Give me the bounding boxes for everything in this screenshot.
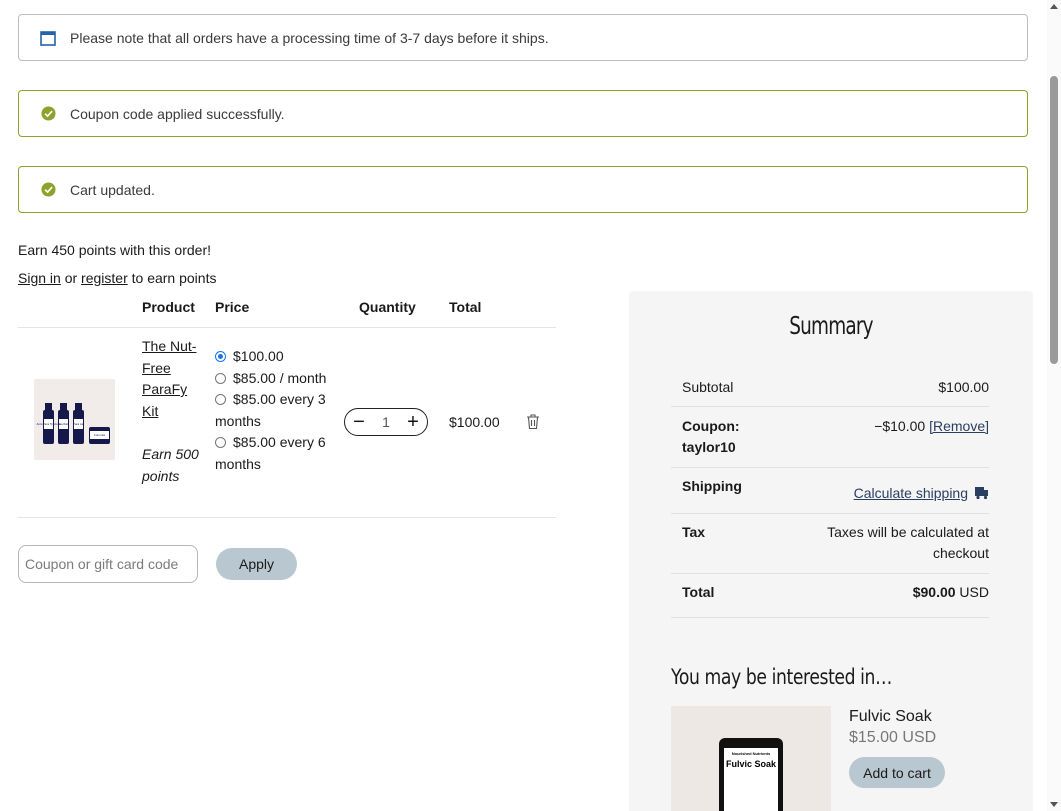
summary-row-coupon: Coupon: taylor10 −$10.00 [Remove] bbox=[671, 407, 989, 468]
table-divider bbox=[18, 517, 556, 518]
scroll-up-arrow-icon[interactable] bbox=[1050, 4, 1058, 9]
register-link[interactable]: register bbox=[81, 270, 128, 286]
bottle-label: Herbal bbox=[59, 422, 68, 426]
notice-text: Cart updated. bbox=[70, 181, 155, 198]
pouch-title: Fulvic Soak bbox=[725, 759, 777, 769]
product-name-link[interactable]: The Nut-Free ParaFy Kit bbox=[142, 336, 202, 422]
jar-label: Formula bbox=[94, 433, 105, 437]
shipping-label: Shipping bbox=[682, 478, 742, 494]
calculate-shipping-link[interactable]: Calculate shipping bbox=[854, 485, 968, 501]
bottle-label: Para Aid bbox=[73, 422, 85, 426]
table-divider bbox=[18, 327, 556, 328]
check-circle-icon bbox=[39, 105, 57, 123]
column-header-product: Product bbox=[142, 299, 195, 315]
tax-value: Taxes will be calculated at checkout bbox=[827, 524, 989, 561]
summary-row-shipping: Shipping Calculate shipping bbox=[671, 468, 989, 514]
coupon-value: −$10.00 bbox=[874, 418, 926, 434]
recommended-product-name[interactable]: Fulvic Soak bbox=[849, 708, 932, 726]
line-total: $100.00 bbox=[449, 414, 500, 430]
scrollbar-thumb[interactable] bbox=[1050, 76, 1058, 364]
radio[interactable] bbox=[215, 372, 226, 384]
radio[interactable] bbox=[215, 437, 226, 448]
coupon-input[interactable] bbox=[18, 545, 198, 583]
earn-points-message: Earn 450 points with this order! bbox=[18, 242, 211, 258]
remove-coupon-link[interactable]: [Remove] bbox=[929, 418, 989, 434]
processing-time-notice: Please note that all orders have a proce… bbox=[18, 14, 1028, 61]
calendar-icon bbox=[39, 29, 57, 47]
scroll-down-arrow-icon[interactable] bbox=[1050, 802, 1058, 807]
recommended-product-price: $15.00 USD bbox=[849, 729, 937, 746]
total-label: Total bbox=[682, 584, 715, 600]
bottle-label: Anti-Para Tincture bbox=[36, 422, 60, 426]
tax-label: Tax bbox=[682, 524, 706, 540]
column-header-price: Price bbox=[215, 299, 250, 315]
add-to-cart-button[interactable]: Add to cart bbox=[849, 757, 945, 788]
check-circle-icon bbox=[39, 181, 57, 199]
price-option-3-months[interactable]: $85.00 every 3 months bbox=[215, 389, 330, 432]
or-text: or bbox=[60, 270, 82, 286]
coupon-value-wrap: −$10.00 [Remove] bbox=[874, 416, 989, 437]
summary-row-total: Total $90.00 USD bbox=[671, 574, 989, 618]
plus-icon[interactable]: + bbox=[405, 412, 421, 432]
summary-row-subtotal: Subtotal $100.00 bbox=[671, 377, 989, 407]
recommended-product-image[interactable]: Nourished Nutrients Fulvic Soak bbox=[671, 706, 831, 811]
price-options: $100.00 $85.00 / month $85.00 every 3 mo… bbox=[215, 346, 330, 475]
price-option-label: $100.00 bbox=[233, 348, 284, 364]
total-value-wrap: $90.00 USD bbox=[913, 582, 989, 603]
pouch-label: Nourished Nutrients Fulvic Soak bbox=[724, 748, 778, 811]
product-image[interactable]: Anti-Para Tincture Herbal Para Aid Formu… bbox=[34, 379, 115, 460]
cart-updated-notice: Cart updated. bbox=[18, 166, 1028, 213]
page-scrollbar[interactable] bbox=[1047, 0, 1061, 811]
column-header-total: Total bbox=[449, 299, 482, 315]
apply-coupon-button[interactable]: Apply bbox=[216, 548, 297, 580]
subtotal-value: $100.00 bbox=[938, 379, 989, 395]
coupon-success-notice: Coupon code applied successfully. bbox=[18, 90, 1028, 137]
coupon-label: Coupon: taylor10 bbox=[682, 418, 740, 455]
radio-selected[interactable] bbox=[215, 351, 226, 362]
points-signin-line: Sign in or register to earn points bbox=[18, 270, 216, 286]
order-summary: Summary Subtotal $100.00 Coupon: taylor1… bbox=[629, 291, 1033, 811]
quantity-stepper: − 1 + bbox=[344, 408, 428, 436]
shipping-value: Calculate shipping bbox=[854, 483, 989, 504]
trash-icon[interactable] bbox=[525, 413, 541, 430]
pouch-brand: Nourished Nutrients bbox=[731, 751, 771, 756]
price-option-6-months[interactable]: $85.00 every 6 months bbox=[215, 432, 330, 475]
price-option-one-time[interactable]: $100.00 bbox=[215, 346, 330, 368]
quantity-value[interactable]: 1 bbox=[382, 414, 390, 430]
truck-icon[interactable] bbox=[974, 485, 989, 500]
summary-title: Summary bbox=[789, 311, 873, 340]
summary-row-tax: Tax Taxes will be calculated at checkout bbox=[671, 514, 989, 574]
price-option-label: $85.00 every 6 months bbox=[215, 434, 326, 472]
product-earn-points: Earn 500 points bbox=[142, 446, 199, 484]
radio[interactable] bbox=[215, 394, 226, 405]
recommendations-title: You may be interested in… bbox=[671, 665, 892, 689]
earn-suffix-text: to earn points bbox=[127, 270, 217, 286]
pouch-graphic: Nourished Nutrients Fulvic Soak bbox=[719, 738, 783, 811]
total-value: $90.00 bbox=[912, 584, 956, 600]
column-header-quantity: Quantity bbox=[359, 299, 416, 315]
price-option-monthly[interactable]: $85.00 / month bbox=[215, 368, 330, 390]
minus-icon[interactable]: − bbox=[351, 412, 367, 432]
price-option-label: $85.00 every 3 months bbox=[215, 391, 326, 429]
sign-in-link[interactable]: Sign in bbox=[18, 270, 61, 286]
notice-text: Please note that all orders have a proce… bbox=[70, 29, 549, 46]
total-currency: USD bbox=[955, 584, 989, 600]
price-option-label: $85.00 / month bbox=[233, 369, 327, 386]
subtotal-label: Subtotal bbox=[682, 379, 734, 395]
notice-text: Coupon code applied successfully. bbox=[70, 105, 285, 122]
